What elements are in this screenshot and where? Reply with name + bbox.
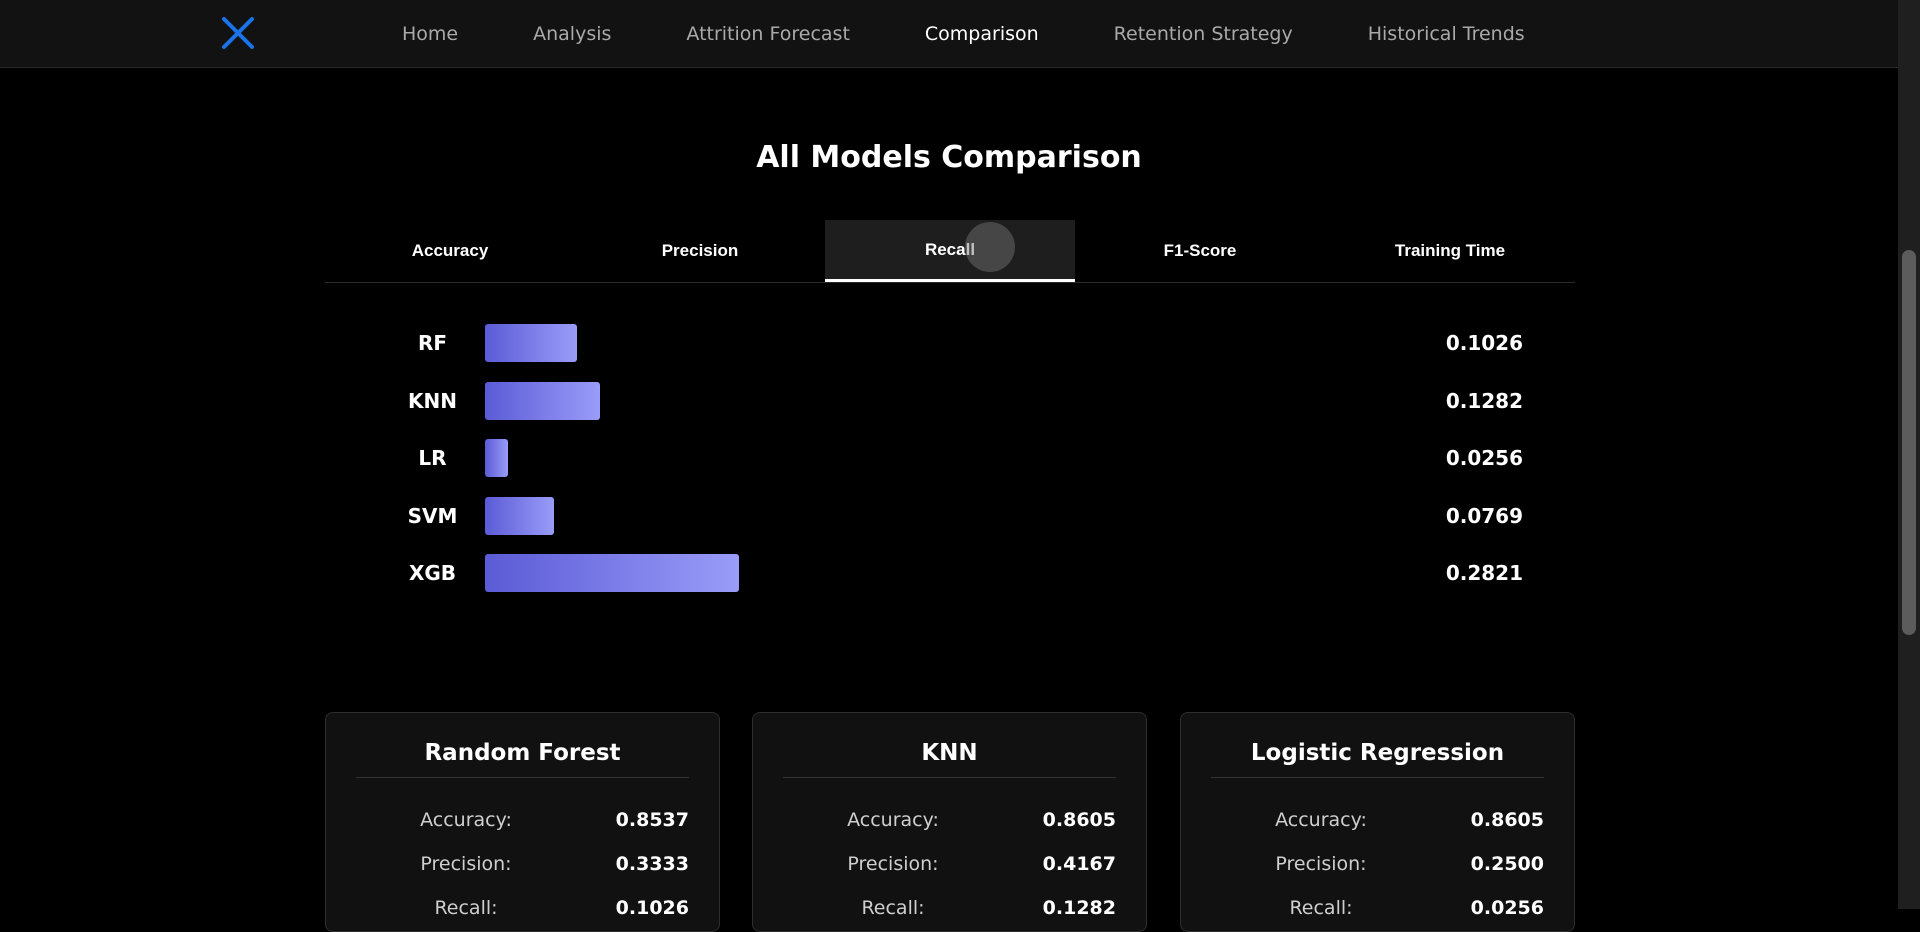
close-x-logo-icon[interactable] [220,15,256,51]
bar-row: SVM 0.0769 [325,496,1575,535]
metric-value: 0.0256 [1470,897,1544,919]
metric-row: Recall: 0.0256 [1211,897,1544,927]
nav-link-comparison[interactable]: Comparison [925,23,1039,45]
nav-link-retention-strategy[interactable]: Retention Strategy [1114,23,1293,45]
metric-value: 0.3333 [615,853,689,875]
metric-label: Recall: [1289,897,1353,919]
metric-label: Accuracy: [420,809,512,831]
metric-label: Accuracy: [1275,809,1367,831]
click-ripple [965,222,1015,272]
metric-value: 0.2500 [1470,853,1544,875]
bar-value-label: 0.0769 [1445,503,1523,528]
bar-track [485,381,1385,420]
tab-recall[interactable]: Recall [825,220,1075,282]
bar-rf [485,324,578,362]
metric-value: 0.8605 [1042,809,1116,831]
nav-link-historical-trends[interactable]: Historical Trends [1368,23,1525,45]
card-title: Logistic Regression [1211,731,1544,778]
nav-link-home[interactable]: Home [402,23,458,45]
bar-category-label: XGB [408,561,457,585]
bar-svm [485,496,555,535]
nav-links: Home Analysis Attrition Forecast Compari… [402,0,1600,67]
metric-value: 0.8605 [1470,809,1544,831]
bar-value-label: 0.1026 [1445,331,1523,355]
tab-f1-score[interactable]: F1-Score [1075,220,1325,282]
card-random-forest: Random Forest Accuracy: 0.8537 Precision… [325,712,720,932]
bar-track [485,496,1385,535]
tab-precision[interactable]: Precision [575,220,825,282]
metric-tabs: Accuracy Precision Recall F1-Score Train… [325,220,1575,283]
bar-category-label: LR [418,446,447,470]
metric-row: Precision: 0.4167 [783,853,1116,883]
bar-knn [485,381,601,420]
bar-value-label: 0.1282 [1445,388,1523,413]
bar-category-label: KNN [408,388,457,413]
metric-row: Accuracy: 0.8605 [783,809,1116,839]
bar-row: XGB 0.2821 [325,554,1575,592]
tab-accuracy[interactable]: Accuracy [325,220,575,282]
bar-row: RF 0.1026 [325,324,1575,362]
scrollbar-thumb[interactable] [1902,250,1916,635]
metric-row: Precision: 0.3333 [356,853,689,883]
bar-track [485,439,1385,477]
page-scrollbar[interactable] [1898,0,1920,909]
card-title: KNN [783,731,1116,778]
metric-label: Precision: [420,853,512,875]
bar-row: KNN 0.1282 [325,381,1575,420]
model-cards: Random Forest Accuracy: 0.8537 Precision… [325,712,1575,932]
metric-row: Recall: 0.1026 [356,897,689,927]
metric-label: Accuracy: [847,809,939,831]
metric-value: 0.4167 [1042,853,1116,875]
tab-training-time[interactable]: Training Time [1325,220,1575,282]
bar-category-label: SVM [407,503,458,528]
top-navbar: Home Analysis Attrition Forecast Compari… [0,0,1898,68]
nav-link-attrition-forecast[interactable]: Attrition Forecast [686,23,850,45]
bar-track [485,554,1385,592]
card-logistic-regression: Logistic Regression Accuracy: 0.8605 Pre… [1180,712,1575,932]
nav-link-analysis[interactable]: Analysis [533,23,611,45]
bar-row: LR 0.0256 [325,439,1575,477]
metric-value: 0.1282 [1042,897,1116,919]
card-title: Random Forest [356,731,689,778]
metric-row: Recall: 0.1282 [783,897,1116,927]
metric-label: Precision: [847,853,939,875]
metric-label: Precision: [1275,853,1367,875]
metric-label: Recall: [434,897,498,919]
bar-lr [485,439,509,477]
metric-row: Accuracy: 0.8605 [1211,809,1544,839]
bar-xgb [485,554,739,592]
metric-label: Recall: [861,897,925,919]
bar-track [485,324,1385,362]
bar-value-label: 0.0256 [1445,446,1523,470]
bar-category-label: RF [417,331,448,355]
metric-row: Precision: 0.2500 [1211,853,1544,883]
metric-value: 0.8537 [615,809,689,831]
metric-row: Accuracy: 0.8537 [356,809,689,839]
card-knn: KNN Accuracy: 0.8605 Precision: 0.4167 R… [752,712,1147,932]
metric-value: 0.1026 [615,897,689,919]
page-title: All Models Comparison [756,140,1142,175]
bar-value-label: 0.2821 [1445,561,1523,585]
